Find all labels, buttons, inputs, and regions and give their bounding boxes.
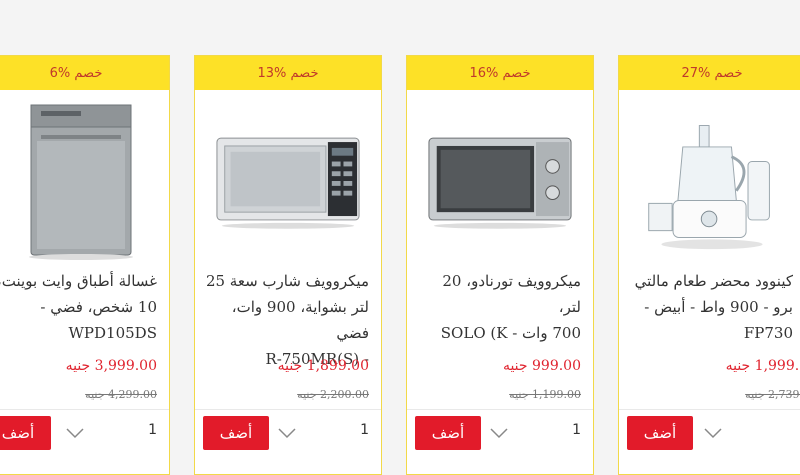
discount-badge: 6% خصم [0, 56, 169, 90]
chevron-down-icon[interactable] [65, 426, 85, 440]
product-old-price: 4,299.00 جنيه [85, 388, 157, 401]
chevron-down-icon[interactable] [489, 426, 509, 440]
divider [407, 409, 593, 410]
food-processor-icon [648, 124, 770, 249]
product-price: 999.00 جنيه [502, 358, 581, 374]
microwave-grill-icon [216, 137, 360, 229]
add-to-cart-button[interactable]: أضف [203, 416, 269, 450]
microwave-icon [428, 137, 572, 229]
quantity-value[interactable]: 1 [572, 422, 581, 438]
dishwasher-icon [29, 104, 133, 260]
divider [619, 409, 800, 410]
divider [195, 409, 381, 410]
product-image[interactable] [427, 98, 573, 263]
product-image[interactable] [639, 98, 785, 263]
product-image[interactable] [3, 98, 149, 263]
chevron-down-icon[interactable] [703, 426, 723, 440]
chevron-down-icon[interactable] [277, 426, 297, 440]
discount-badge: 13% خصم [195, 56, 381, 90]
add-to-cart-button[interactable]: أضف [0, 416, 51, 450]
product-card[interactable]: 13% خصم ميكروويف شارب سعة 25 لتر بشواية،… [194, 55, 382, 475]
product-old-price: 1,199.00 جنيه [509, 388, 581, 401]
product-title[interactable]: ميكروويف شارب سعة 25 لتر بشواية، 900 وات… [205, 268, 369, 372]
add-to-cart-button[interactable]: أضف [627, 416, 693, 450]
product-card[interactable]: 6% خصم غسالة أطباق وايت بوينت، 10 شخص، ف… [0, 55, 170, 475]
product-title[interactable]: ميكروويف تورنادو، 20 لتر، 700 وات - SOLO… [417, 268, 581, 346]
product-old-price: 2,739.00 جنيه [745, 388, 800, 401]
divider [0, 409, 169, 410]
product-price: 3,999.00 جنيه [65, 358, 157, 374]
discount-badge: 16% خصم [407, 56, 593, 90]
product-title[interactable]: غسالة أطباق وايت بوينت، 10 شخص، فضي - WP… [0, 268, 157, 346]
product-image[interactable] [215, 98, 361, 263]
product-card[interactable]: 16% خصم ميكروويف تورنادو، 20 لتر، 700 وا… [406, 55, 594, 475]
quantity-value[interactable]: 1 [148, 422, 157, 438]
product-price: 1,899.00 جنيه [277, 358, 369, 374]
product-old-price: 2,200.00 جنيه [297, 388, 369, 401]
product-title[interactable]: كينوود محضر طعام مالتي برو - 900 واط - أ… [619, 268, 793, 346]
quantity-value[interactable]: 1 [360, 422, 369, 438]
add-to-cart-button[interactable]: أضف [415, 416, 481, 450]
product-price: 1,999.00 جنيه [725, 358, 800, 374]
product-card[interactable]: 27% خصم كينوود محضر طعام مالتي برو - 900… [618, 55, 800, 475]
discount-badge: 27% خصم [619, 56, 800, 90]
